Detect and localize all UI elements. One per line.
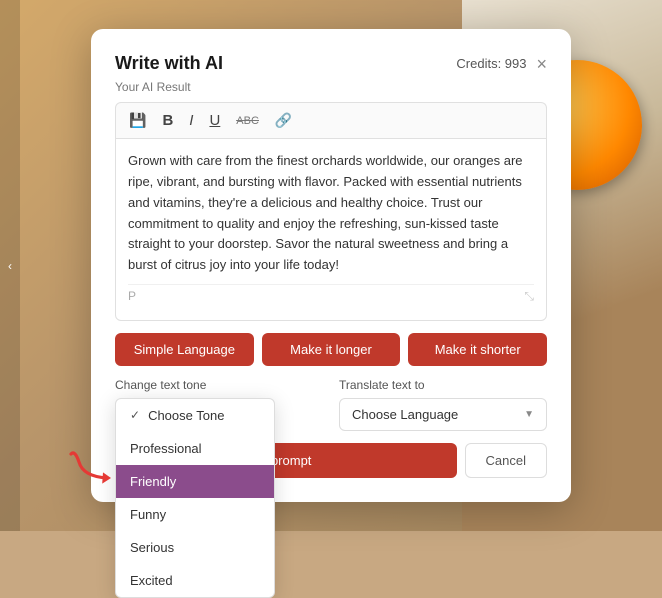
tone-label: Change text tone bbox=[115, 378, 323, 392]
strikethrough-icon: ABC bbox=[236, 115, 259, 127]
tone-excited-label: Excited bbox=[130, 573, 173, 588]
tone-option-funny[interactable]: Funny bbox=[116, 498, 274, 531]
cancel-button[interactable]: Cancel bbox=[465, 443, 547, 478]
translate-label: Translate text to bbox=[339, 378, 547, 392]
link-toolbar-btn[interactable]: 🔗 bbox=[270, 109, 297, 132]
tone-dropdown-menu: Choose Tone Professional Friendly Funny … bbox=[115, 398, 275, 598]
ai-result-text: Grown with care from the finest orchards… bbox=[128, 151, 534, 276]
language-placeholder: Choose Language bbox=[352, 407, 458, 422]
red-arrow-indicator bbox=[65, 446, 125, 486]
language-dropdown[interactable]: Choose Language ▼ bbox=[339, 398, 547, 431]
tone-serious-label: Serious bbox=[130, 540, 174, 555]
bold-icon: B bbox=[162, 112, 173, 129]
tone-translate-row: Change text tone Choose Tone Professiona… bbox=[115, 378, 547, 431]
close-button[interactable]: × bbox=[536, 55, 547, 73]
credits-text: Credits: 993 bbox=[456, 56, 526, 71]
textarea-footer: P ⤡ bbox=[128, 284, 534, 308]
italic-toolbar-btn[interactable]: I bbox=[184, 109, 198, 132]
credits-close-area: Credits: 993 × bbox=[456, 55, 547, 73]
tone-friendly-label: Friendly bbox=[130, 474, 176, 489]
make-longer-button[interactable]: Make it longer bbox=[262, 333, 401, 366]
translate-section: Translate text to Choose Language ▼ bbox=[339, 378, 547, 431]
save-toolbar-btn[interactable]: 💾 bbox=[124, 109, 151, 132]
tone-professional-label: Professional bbox=[130, 441, 202, 456]
modal-header: Write with AI Credits: 993 × bbox=[115, 53, 547, 74]
ai-result-area: Grown with care from the finest orchards… bbox=[115, 138, 547, 321]
tone-choose-label: Choose Tone bbox=[148, 408, 224, 423]
resize-icon: ⤡ bbox=[524, 289, 534, 304]
bold-toolbar-btn[interactable]: B bbox=[157, 109, 178, 132]
underline-icon: U bbox=[209, 112, 220, 129]
tone-option-excited[interactable]: Excited bbox=[116, 564, 274, 597]
text-toolbar: 💾 B I U ABC 🔗 bbox=[115, 102, 547, 138]
strikethrough-toolbar-btn[interactable]: ABC bbox=[231, 112, 264, 130]
tone-option-choose[interactable]: Choose Tone bbox=[116, 399, 274, 432]
link-icon: 🔗 bbox=[275, 112, 292, 129]
modal-title: Write with AI bbox=[115, 53, 223, 74]
chevron-left-icon: ‹ bbox=[8, 259, 12, 273]
tone-section: Change text tone Choose Tone Professiona… bbox=[115, 378, 323, 398]
italic-icon: I bbox=[189, 112, 193, 129]
language-dropdown-arrow: ▼ bbox=[524, 409, 534, 420]
make-shorter-button[interactable]: Make it shorter bbox=[408, 333, 547, 366]
save-icon: 💾 bbox=[129, 112, 146, 129]
write-with-ai-modal: Write with AI Credits: 993 × Your AI Res… bbox=[91, 29, 571, 502]
tone-option-serious[interactable]: Serious bbox=[116, 531, 274, 564]
result-label: Your AI Result bbox=[115, 80, 547, 94]
action-buttons-row: Simple Language Make it longer Make it s… bbox=[115, 333, 547, 366]
tone-option-friendly[interactable]: Friendly bbox=[116, 465, 274, 498]
nav-left-arrow[interactable]: ‹ bbox=[0, 0, 20, 531]
paragraph-indicator: P bbox=[128, 289, 136, 303]
simple-language-button[interactable]: Simple Language bbox=[115, 333, 254, 366]
language-dropdown-container: Choose Language ▼ bbox=[339, 398, 547, 431]
underline-toolbar-btn[interactable]: U bbox=[204, 109, 225, 132]
tone-option-professional[interactable]: Professional bbox=[116, 432, 274, 465]
tone-funny-label: Funny bbox=[130, 507, 166, 522]
